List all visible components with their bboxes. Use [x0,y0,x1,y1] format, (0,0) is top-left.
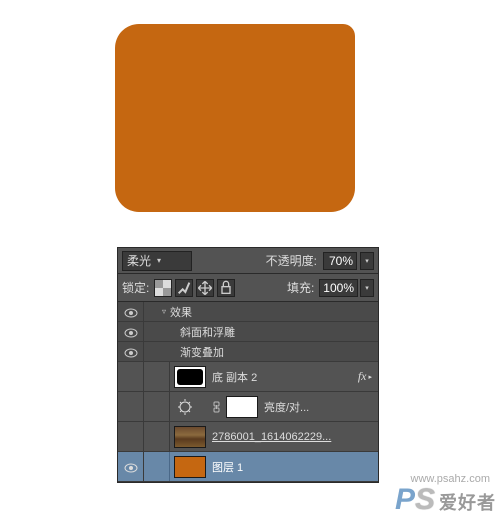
blend-opacity-row: 柔光 ▾ 不透明度: 70% ▾ [118,248,378,274]
effect-item-label: 斜面和浮雕 [180,324,235,340]
watermark-logo-p: P [395,483,415,516]
effects-visibility-toggle[interactable] [118,302,144,321]
layer-name[interactable]: 2786001_1614062229... [212,431,374,443]
effect-item-content: 斜面和浮雕 [144,324,378,340]
opacity-dropdown-button[interactable]: ▾ [360,252,374,270]
opacity-input[interactable]: 70% [323,252,357,270]
layer-spacer [144,452,170,481]
chevron-right-icon: ▸ [368,373,372,381]
mask-thumbnail[interactable] [226,396,258,418]
lock-all-icon[interactable] [217,279,235,297]
rounded-rectangle-shape [115,24,355,212]
layer-row[interactable]: 图层 1 [118,452,378,482]
fx-indicator[interactable]: fx ▸ [358,369,372,384]
chevron-down-icon: ▾ [157,256,161,265]
layer-row[interactable]: 底 副本 2 fx ▸ [118,362,378,392]
effects-title: 效果 [170,304,192,320]
lock-transparency-icon[interactable] [154,279,172,297]
eye-icon [124,347,138,357]
visibility-toggle[interactable] [118,392,144,421]
opacity-value: 70% [329,254,353,268]
layer-content: 底 副本 2 fx ▸ [170,366,378,388]
layer-content: 亮度/对... [170,396,378,418]
effect-visibility-toggle[interactable] [118,342,144,361]
eye-icon [124,307,138,317]
visibility-toggle[interactable] [118,452,144,481]
layer-spacer [144,362,170,391]
effect-item-content: 渐变叠加 [144,344,378,360]
layer-name[interactable]: 图层 1 [212,459,374,475]
layer-spacer [144,422,170,451]
disclosure-triangle-icon[interactable]: ▿ [162,307,166,316]
effects-title-content: ▿ 效果 [144,304,378,320]
blend-mode-select[interactable]: 柔光 ▾ [122,251,192,271]
watermark: PS 爱好者 [395,483,496,517]
layers-list: ▿ 效果 斜面和浮雕 渐变叠加 [118,302,378,482]
lock-label: 锁定: [122,279,149,296]
fill-value: 100% [323,281,354,295]
lock-brush-icon[interactable] [175,279,193,297]
lock-fill-row: 锁定: 填充: 100% ▾ [118,274,378,302]
watermark-text: 爱好者 [439,489,496,515]
visibility-toggle[interactable] [118,422,144,451]
layer-thumbnail[interactable] [174,456,206,478]
fill-label: 填充: [287,279,314,296]
fill-input[interactable]: 100% [319,279,358,297]
watermark-logo-s: S [415,483,435,516]
effects-header-row[interactable]: ▿ 效果 [118,302,378,322]
mask-thumbnail[interactable] [174,366,206,388]
layer-content: 图层 1 [170,456,378,478]
effect-item-row[interactable]: 渐变叠加 [118,342,378,362]
effect-item-row[interactable]: 斜面和浮雕 [118,322,378,342]
layer-content: 2786001_1614062229... [170,426,378,448]
canvas-area [100,10,370,225]
opacity-label: 不透明度: [266,252,317,269]
layer-thumbnail[interactable] [174,426,206,448]
link-icon[interactable] [212,396,220,418]
effect-visibility-toggle[interactable] [118,322,144,341]
effect-item-label: 渐变叠加 [180,344,224,360]
lock-position-icon[interactable] [196,279,214,297]
layer-name[interactable]: 亮度/对... [264,399,374,415]
visibility-toggle[interactable] [118,362,144,391]
layers-panel: 柔光 ▾ 不透明度: 70% ▾ 锁定: 填充: 100% ▾ [117,247,379,483]
adjustment-icon[interactable] [174,396,206,418]
watermark-logo: PS [395,483,435,517]
layer-name[interactable]: 底 副本 2 [212,369,374,385]
eye-icon [124,462,138,472]
layer-row[interactable]: 亮度/对... [118,392,378,422]
layer-row[interactable]: 2786001_1614062229... [118,422,378,452]
fill-dropdown-button[interactable]: ▾ [360,279,374,297]
layer-spacer [144,392,170,421]
blend-mode-value: 柔光 [127,252,151,269]
eye-icon [124,327,138,337]
